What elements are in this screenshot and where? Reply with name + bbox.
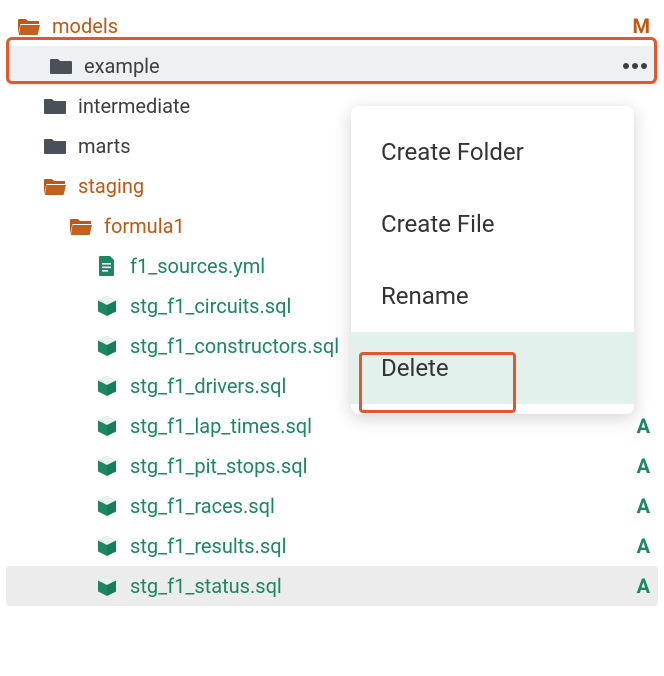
menu-create-file[interactable]: Create File xyxy=(351,188,634,260)
folder-label: example xyxy=(84,54,620,78)
folder-icon xyxy=(48,56,74,76)
file-label: stg_f1_status.sql xyxy=(130,574,629,598)
file-label: stg_f1_pit_stops.sql xyxy=(130,454,629,478)
context-menu: Create Folder Create File Rename Delete xyxy=(351,106,634,414)
folder-label: models xyxy=(52,14,624,38)
status-badge: A xyxy=(637,574,650,598)
cube-icon xyxy=(94,335,120,357)
menu-rename[interactable]: Rename xyxy=(351,260,634,332)
status-badge: A xyxy=(637,454,650,478)
file-label: stg_f1_results.sql xyxy=(130,534,629,558)
menu-create-folder[interactable]: Create Folder xyxy=(351,116,634,188)
status-badge: A xyxy=(637,414,650,438)
folder-icon xyxy=(42,136,68,156)
file-sql[interactable]: stg_f1_results.sql A xyxy=(0,526,664,566)
file-sql[interactable]: stg_f1_status.sql A xyxy=(6,566,658,606)
folder-open-icon xyxy=(42,176,68,196)
folder-example[interactable]: example xyxy=(6,46,658,86)
file-sql[interactable]: stg_f1_pit_stops.sql A xyxy=(0,446,664,486)
file-doc-icon xyxy=(94,255,120,277)
cube-icon xyxy=(94,575,120,597)
cube-icon xyxy=(94,535,120,557)
file-label: stg_f1_lap_times.sql xyxy=(130,414,629,438)
file-sql[interactable]: stg_f1_races.sql A xyxy=(0,486,664,526)
folder-models[interactable]: models M xyxy=(0,6,664,46)
cube-icon xyxy=(94,455,120,477)
cube-icon xyxy=(94,415,120,437)
folder-open-icon xyxy=(68,216,94,236)
folder-icon xyxy=(42,96,68,116)
status-badge: A xyxy=(637,534,650,558)
folder-open-icon xyxy=(16,16,42,36)
more-options-icon[interactable] xyxy=(620,51,650,81)
cube-icon xyxy=(94,495,120,517)
cube-icon xyxy=(94,295,120,317)
status-badge: M xyxy=(632,14,650,38)
cube-icon xyxy=(94,375,120,397)
status-badge: A xyxy=(637,494,650,518)
menu-delete[interactable]: Delete xyxy=(351,332,634,404)
file-label: stg_f1_races.sql xyxy=(130,494,629,518)
